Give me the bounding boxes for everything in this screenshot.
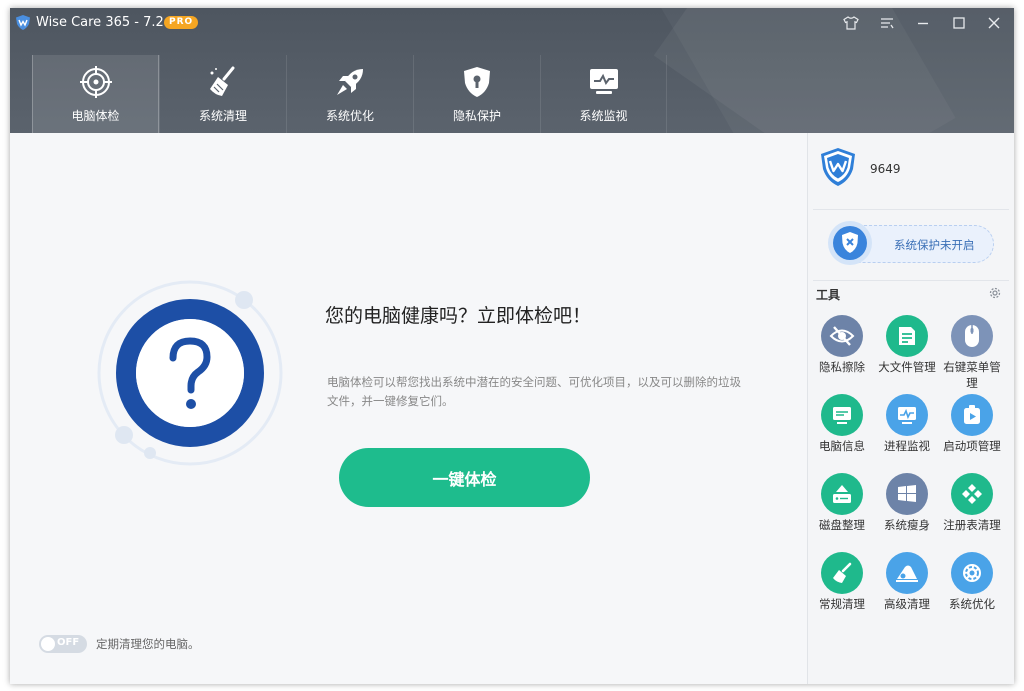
one-click-checkup-button[interactable]: 一键体检 bbox=[339, 448, 590, 507]
tool-label: 磁盘整理 bbox=[819, 518, 865, 532]
tool-label: 电脑信息 bbox=[819, 439, 865, 453]
tab-system-optimizer[interactable]: 系统优化 bbox=[286, 55, 413, 133]
tool-label: 右键菜单管理 bbox=[943, 360, 1001, 390]
broom-icon bbox=[206, 65, 240, 99]
tool-label: 注册表清理 bbox=[943, 518, 1001, 532]
checkup-panel: 您的电脑健康吗？立即体检吧！ 电脑体检可以帮您找出系统中潜在的安全问题、可优化项… bbox=[10, 133, 807, 684]
tab-pc-checkup[interactable]: 电脑体检 bbox=[32, 55, 159, 133]
skin-button[interactable] bbox=[838, 12, 864, 34]
toggle-state: OFF bbox=[57, 637, 80, 648]
eye-slash-icon bbox=[821, 315, 863, 357]
maximize-button[interactable] bbox=[946, 12, 972, 34]
tool-context-menu[interactable]: 右键菜单管理 bbox=[941, 315, 1003, 391]
tab-label: 系统监视 bbox=[579, 109, 628, 123]
header: Wise Care 365 - 7.2.6 PRO 电脑体检 系统清理 系统优化… bbox=[10, 8, 1014, 133]
tool-system-slimming[interactable]: 系统瘦身 bbox=[876, 473, 938, 533]
tool-label: 高级清理 bbox=[884, 597, 930, 611]
shield-lock-icon bbox=[460, 65, 494, 99]
app-logo-icon bbox=[16, 15, 30, 30]
startup-icon bbox=[951, 394, 993, 436]
question-icon bbox=[97, 280, 283, 466]
rocket-icon bbox=[333, 65, 367, 99]
tool-common-cleaner[interactable]: 常规清理 bbox=[811, 552, 873, 612]
tab-system-cleaner[interactable]: 系统清理 bbox=[159, 55, 286, 133]
tab-label: 电脑体检 bbox=[71, 109, 120, 123]
minimize-icon bbox=[918, 22, 928, 25]
target-icon bbox=[79, 65, 113, 99]
tool-disk-defrag[interactable]: 磁盘整理 bbox=[811, 473, 873, 533]
account-id: 9649 bbox=[870, 162, 901, 176]
app-window: Wise Care 365 - 7.2.6 PRO 电脑体检 系统清理 系统优化… bbox=[10, 8, 1014, 684]
computer-info-icon bbox=[821, 394, 863, 436]
tool-label: 系统瘦身 bbox=[884, 518, 930, 532]
brush-icon bbox=[821, 552, 863, 594]
registry-icon bbox=[951, 473, 993, 515]
close-button[interactable] bbox=[981, 12, 1007, 34]
gear-icon[interactable] bbox=[988, 286, 1002, 300]
tool-label: 常规清理 bbox=[819, 597, 865, 611]
disk-icon bbox=[821, 473, 863, 515]
divider bbox=[813, 209, 1009, 210]
schedule-toggle[interactable]: OFF bbox=[39, 635, 87, 653]
protection-status: 系统保护未开启 bbox=[894, 238, 975, 252]
maximize-icon bbox=[953, 17, 965, 29]
tab-label: 隐私保护 bbox=[452, 109, 501, 123]
tool-label: 进程监视 bbox=[884, 439, 930, 453]
process-monitor-icon bbox=[886, 394, 928, 436]
tool-startup-manager[interactable]: 启动项管理 bbox=[941, 394, 1003, 454]
tool-large-file-manager[interactable]: 大文件管理 bbox=[876, 315, 938, 375]
windows-icon bbox=[886, 473, 928, 515]
tool-label: 系统优化 bbox=[949, 597, 995, 611]
tools-title: 工具 bbox=[816, 288, 841, 302]
pro-badge: PRO bbox=[164, 16, 199, 29]
description: 电脑体检可以帮您找出系统中潜在的安全问题、可优化项目，以及可以删除的垃圾文件，并… bbox=[327, 375, 741, 408]
tool-label: 启动项管理 bbox=[943, 439, 1001, 453]
tool-system-tuneup[interactable]: 系统优化 bbox=[941, 552, 1003, 612]
close-icon bbox=[988, 17, 1000, 29]
menu-button[interactable] bbox=[874, 12, 900, 34]
tool-advanced-cleaner[interactable]: 高级清理 bbox=[876, 552, 938, 612]
sidebar: 9649 系统保护未开启 工具 隐私擦除 大文件管理 右键菜单管理 电脑信息 进… bbox=[807, 133, 1014, 684]
toggle-knob bbox=[41, 637, 55, 651]
tool-registry-cleaner[interactable]: 注册表清理 bbox=[941, 473, 1003, 533]
tab-label: 系统清理 bbox=[198, 109, 247, 123]
tool-label: 隐私擦除 bbox=[819, 360, 865, 374]
file-list-icon bbox=[886, 315, 928, 357]
tab-label: 系统优化 bbox=[325, 109, 374, 123]
eraser-icon bbox=[886, 552, 928, 594]
shirt-icon bbox=[843, 16, 859, 30]
tool-label: 大文件管理 bbox=[878, 360, 936, 374]
tab-privacy-protector[interactable]: 隐私保护 bbox=[413, 55, 540, 133]
monitor-icon bbox=[587, 65, 621, 99]
main-nav: 电脑体检 系统清理 系统优化 隐私保护 系统监视 bbox=[32, 55, 667, 133]
tool-privacy-eraser[interactable]: 隐私擦除 bbox=[811, 315, 873, 375]
app-title: Wise Care 365 - 7.2.6 bbox=[36, 15, 177, 30]
tool-process-monitor[interactable]: 进程监视 bbox=[876, 394, 938, 454]
tool-computer-info[interactable]: 电脑信息 bbox=[811, 394, 873, 454]
shield-x-icon bbox=[828, 221, 872, 265]
minimize-button[interactable] bbox=[910, 12, 936, 34]
wise-logo-icon bbox=[821, 148, 855, 186]
schedule-text: 定期清理您的电脑。 bbox=[96, 637, 200, 651]
divider bbox=[813, 280, 1009, 281]
headline: 您的电脑健康吗？立即体检吧！ bbox=[325, 305, 592, 327]
gear-icon bbox=[951, 552, 993, 594]
menu-icon bbox=[881, 18, 894, 29]
tab-system-monitor[interactable]: 系统监视 bbox=[540, 55, 667, 133]
mouse-icon bbox=[951, 315, 993, 357]
title-bar: Wise Care 365 - 7.2.6 PRO bbox=[10, 8, 1014, 38]
